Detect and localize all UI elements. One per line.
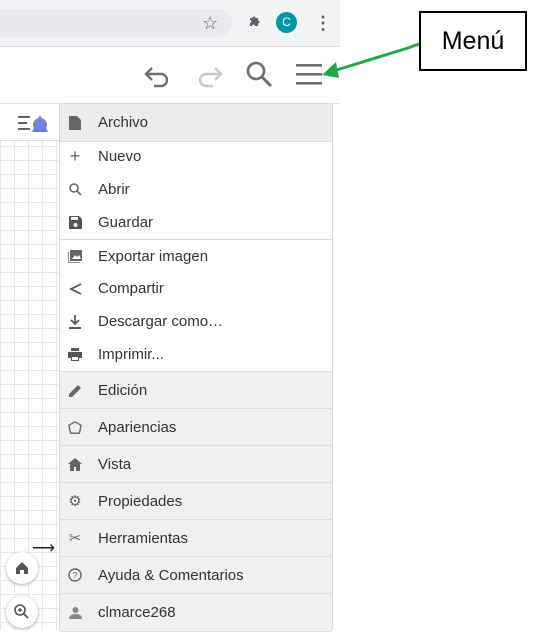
menu-item-archivo[interactable]: Archivo (60, 103, 332, 142)
menu-item-imprimir[interactable]: Imprimir... (60, 338, 332, 371)
image-icon (68, 250, 82, 264)
menu-item-label: Propiedades (98, 492, 183, 510)
tools-icon: ✂ (68, 530, 82, 547)
menu-item-herramientas[interactable]: ✂ Herramientas (60, 519, 332, 557)
home-icon (68, 457, 82, 471)
menu-item-label: Nuevo (98, 148, 142, 165)
menu-item-label: Vista (98, 455, 132, 473)
zoom-in-icon (14, 604, 29, 619)
menu-item-label: Archivo (98, 114, 149, 131)
help-icon: ? (68, 568, 82, 582)
zoom-in-button[interactable] (6, 596, 38, 628)
home-view-button[interactable] (6, 552, 38, 584)
bookmark-star-icon[interactable]: ☆ (202, 12, 218, 34)
address-bar[interactable] (0, 9, 232, 37)
menu-item-exportar-imagen[interactable]: Exportar imagen (60, 239, 332, 273)
menu-item-abrir[interactable]: Abrir (60, 173, 332, 206)
main-menu-panel: Archivo + Nuevo Abrir Guardar Exportar i… (59, 103, 333, 632)
menu-item-descargar-como[interactable]: Descargar como… (60, 305, 332, 338)
menu-item-guardar[interactable]: Guardar (60, 206, 332, 239)
menu-item-label: Exportar imagen (98, 248, 209, 265)
undo-icon[interactable] (140, 57, 174, 91)
menu-item-label: Ayuda & Comentarios (98, 566, 244, 584)
browser-more-icon[interactable]: ⋮ (314, 12, 332, 34)
menu-item-edicion[interactable]: Edición (60, 371, 332, 409)
print-icon (68, 348, 82, 362)
save-icon (68, 216, 82, 230)
perspectives-icon (68, 420, 82, 434)
menu-item-label: Herramientas (98, 529, 189, 547)
gear-icon: ⚙ (68, 493, 82, 510)
profile-avatar[interactable]: C (276, 12, 297, 33)
redo-icon[interactable] (193, 57, 227, 91)
hamburger-menu-icon[interactable] (292, 57, 326, 91)
svg-text:?: ? (72, 571, 77, 581)
file-icon (68, 115, 82, 130)
menu-item-usuario[interactable]: clmarce268 (60, 593, 332, 632)
share-icon (68, 282, 82, 296)
menu-item-label: clmarce268 (98, 604, 176, 621)
menu-item-label: Compartir (98, 280, 164, 297)
menu-item-compartir[interactable]: Compartir (60, 272, 332, 305)
download-icon (68, 314, 82, 329)
algebra-view-toggle-icon[interactable] (18, 112, 52, 134)
search-icon[interactable] (242, 57, 276, 91)
annotation-callout-box: Menú (419, 11, 527, 71)
annotation-callout-text: Menú (441, 26, 505, 55)
browser-toolbar: ☆ C ⋮ (0, 0, 340, 47)
extensions-puzzle-icon[interactable] (247, 12, 263, 35)
menu-item-label: Imprimir... (98, 346, 164, 363)
app-toolbar (0, 47, 340, 104)
menu-item-apariencias[interactable]: Apariencias (60, 408, 332, 446)
user-icon (68, 606, 82, 620)
menu-item-label: Abrir (98, 181, 130, 198)
plus-icon: + (69, 146, 81, 166)
menu-item-label: Edición (98, 381, 148, 399)
pencil-icon (68, 383, 82, 397)
menu-item-nuevo[interactable]: + Nuevo (60, 140, 332, 173)
menu-item-label: Guardar (98, 214, 154, 231)
menu-item-label: Apariencias (98, 418, 177, 436)
menu-item-propiedades[interactable]: ⚙ Propiedades (60, 482, 332, 520)
home-icon (16, 562, 28, 574)
menu-item-label: Descargar como… (98, 313, 224, 330)
menu-item-vista[interactable]: Vista (60, 445, 332, 483)
menu-item-ayuda[interactable]: ? Ayuda & Comentarios (60, 556, 332, 594)
search-icon (68, 183, 82, 197)
